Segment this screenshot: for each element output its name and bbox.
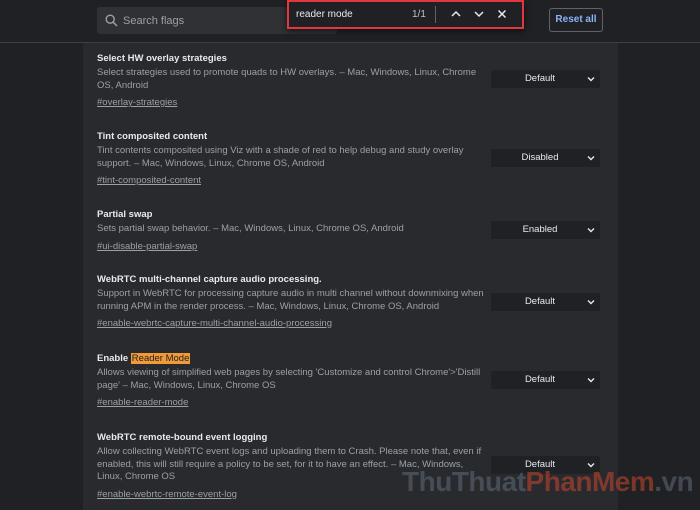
find-divider [435,6,436,23]
watermark-logo: ThuThuatPhanMem.vn [402,466,694,497]
flag-title: Tint composited content [97,131,208,142]
flag-item: Enable Reader Mode Allows viewing of sim… [97,352,497,410]
flag-select-value: Default [524,374,556,385]
flag-title: WebRTC multi-channel capture audio proce… [97,274,322,285]
flag-select[interactable]: Default [491,371,600,389]
flag-title: Enable Reader Mode [97,352,497,365]
flag-link[interactable]: #tint-composited-content [97,174,201,187]
chevron-down-icon [587,77,595,82]
flag-item: Partial swap Sets partial swap behavior.… [97,208,497,254]
flag-description: Support in WebRTC for processing capture… [97,288,484,312]
flag-select[interactable]: Default [491,70,600,88]
find-input[interactable]: reader mode [296,9,353,20]
reset-all-button[interactable]: Reset all [549,8,603,32]
chevron-down-icon [587,378,595,383]
flags-list: Select HW overlay strategies Select stra… [83,43,618,510]
flag-item: WebRTC multi-channel capture audio proce… [97,273,497,331]
flags-page: Reset all Select HW overlay strategies S… [0,0,700,510]
flag-select[interactable]: Default [491,293,600,311]
find-match-highlight: Reader Mode [130,353,191,364]
flag-title: Partial swap [97,209,153,220]
chevron-down-icon [587,228,595,233]
flag-link[interactable]: #enable-webrtc-capture-multi-channel-aud… [97,317,332,330]
search-icon [105,14,118,27]
chevron-down-icon [587,156,595,161]
flag-select-value: Default [524,296,556,307]
chevron-down-icon [587,300,595,305]
flag-select-value: Disabled [521,152,559,163]
flag-title: WebRTC remote-bound event logging [97,432,268,443]
flag-description: Tint contents composited using Viz with … [97,145,464,169]
close-icon[interactable] [495,7,509,21]
flag-link[interactable]: #overlay-strategies [97,96,177,109]
flag-description: Sets partial swap behavior. – Mac, Windo… [97,223,404,234]
flag-item: Tint composited content Tint contents co… [97,130,497,188]
flag-item: Select HW overlay strategies Select stra… [97,52,497,110]
find-match-count: 1/1 [412,9,426,20]
flag-description: Allows viewing of simplified web pages b… [97,367,481,391]
chevron-down-icon[interactable] [472,7,486,21]
flag-select-value: Enabled [522,224,558,235]
flag-link[interactable]: #enable-reader-mode [97,396,188,409]
flag-title-prefix: Enable [97,353,131,364]
find-in-page-bar: reader mode 1/1 [287,0,524,29]
flag-link[interactable]: #enable-webrtc-remote-event-log [97,488,237,501]
flag-select[interactable]: Disabled [491,149,600,167]
flag-select-value: Default [524,73,556,84]
chevron-up-icon[interactable] [449,7,463,21]
flag-link[interactable]: #ui-disable-partial-swap [97,240,197,253]
flag-title: Select HW overlay strategies [97,53,227,64]
flag-description: Select strategies used to promote quads … [97,67,477,91]
flag-select[interactable]: Enabled [491,221,600,239]
